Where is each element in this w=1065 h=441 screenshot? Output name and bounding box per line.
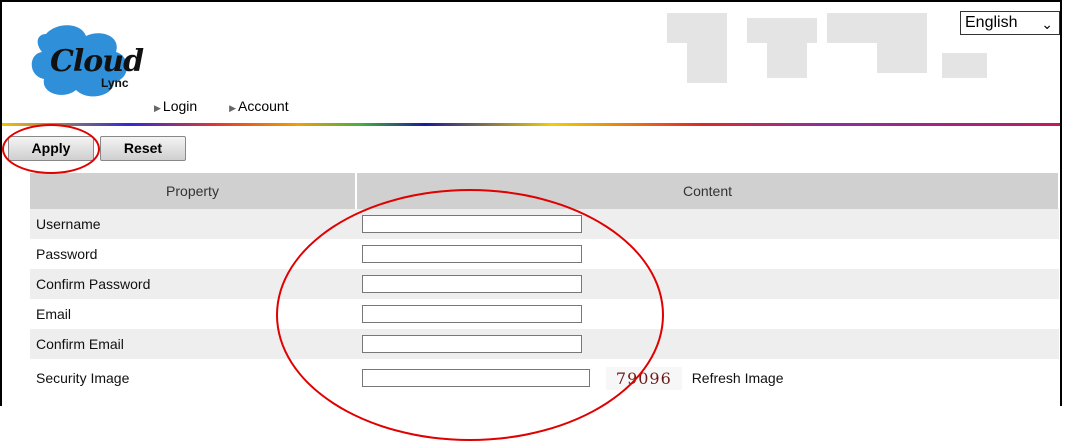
triangle-right-icon: ▶ [229,103,236,113]
annotation-circle-apply [2,124,100,174]
refresh-image-link[interactable]: Refresh Image [692,370,784,386]
column-header-property: Property [30,173,357,209]
logo-subtext: Lync [101,76,129,90]
language-select-value: English [965,14,1018,31]
header-divider [2,123,1060,126]
logo-wordmark: Cloud [50,44,144,79]
reset-button[interactable]: Reset [100,136,186,161]
nav-item-account[interactable]: ▶ Account [229,98,303,114]
row-label-username: Username [30,209,356,239]
nav-item-login[interactable]: ▶ Login [154,98,211,114]
triangle-right-icon: ▶ [154,103,161,113]
top-nav: ▶ Login ▶ Account [154,98,317,114]
annotation-circle-fields [276,189,664,441]
chevron-down-icon: ⌄ [1041,16,1053,32]
language-select[interactable]: English ⌄ [960,11,1060,35]
page-header: English ⌄ Cloud Lync ▶ Login ▶ Account [2,2,1060,123]
